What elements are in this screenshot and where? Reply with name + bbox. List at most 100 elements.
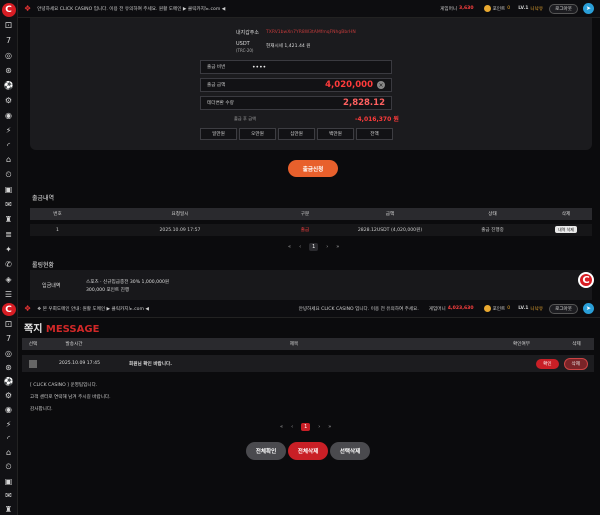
pager-next[interactable]: ›: [326, 244, 328, 250]
message-title: 쪽지 MESSAGE: [24, 320, 99, 335]
notice-text-2: 안녕하세요 CLICK CASINO 입니다. 이용 전 유의하여 주세요.: [298, 306, 419, 312]
col-number: 번호: [53, 212, 62, 217]
gear-icon[interactable]: ⚙: [3, 95, 14, 106]
withdraw-submit-button[interactable]: 출금신청: [288, 160, 338, 177]
target-icon[interactable]: ◉: [3, 110, 14, 121]
casino-logo-icon[interactable]: C: [1, 303, 16, 316]
quick-all-button[interactable]: 전액: [356, 128, 393, 140]
slot-icon[interactable]: ◎: [3, 348, 14, 358]
message-subject[interactable]: 회원님 확인 바랍니다.: [129, 361, 536, 367]
confirm-all-button[interactable]: 전체확인: [246, 442, 286, 460]
delete-history-button[interactable]: 내역 삭제: [555, 226, 577, 233]
gift-icon[interactable]: ✉: [3, 491, 14, 501]
col-type: 구분: [300, 212, 310, 217]
pager-page-1[interactable]: 1: [301, 423, 311, 431]
pager-last[interactable]: »: [328, 424, 331, 430]
select-checkbox[interactable]: [29, 359, 37, 368]
clock-icon[interactable]: ⏲: [3, 170, 14, 181]
pager-prev[interactable]: ‹: [291, 424, 293, 430]
cell-status: 출금 진행중: [481, 228, 504, 233]
casino-logo-icon[interactable]: C: [1, 3, 16, 17]
quick-1m-button[interactable]: 백만원: [317, 128, 354, 140]
password-field[interactable]: 출금 비번 ••••: [200, 60, 392, 74]
logout-button[interactable]: 로그아웃: [549, 3, 578, 14]
bank-icon[interactable]: ⌂: [3, 448, 14, 458]
point-label: 포인트: [492, 6, 506, 12]
point-value: 0: [507, 6, 511, 11]
delete-button[interactable]: 삭제: [563, 357, 588, 370]
target-icon[interactable]: ◉: [3, 405, 14, 415]
message-time: 2025.10.09 17:45: [59, 361, 101, 366]
cell-delete: 내역 삭제: [540, 226, 592, 233]
casino-fab-icon[interactable]: C: [578, 272, 594, 288]
chat-icon[interactable]: ✆: [3, 259, 14, 270]
seven-icon[interactable]: 7: [3, 36, 14, 47]
level-badge-2: LV.1: [518, 306, 529, 311]
balance-label: 게임머니: [440, 6, 458, 12]
after-label: 출금 후 금액: [234, 116, 256, 121]
point-value-2: 0: [507, 306, 511, 311]
balance-value: 3,630: [459, 6, 474, 11]
col-status: 상태: [488, 212, 497, 217]
bank-icon[interactable]: ⌂: [3, 155, 14, 166]
pager-prev[interactable]: ‹: [299, 244, 301, 250]
point-coin-icon: [483, 305, 491, 312]
col-select: 선택: [28, 342, 38, 347]
quick-10k-button[interactable]: 일만원: [200, 128, 237, 140]
clear-icon[interactable]: ×: [377, 81, 385, 89]
nickname[interactable]: 니낙유: [530, 6, 543, 12]
table-row[interactable]: 2025.10.09 17:45 회원님 확인 바랍니다. 확인 삭제: [22, 355, 594, 372]
dice-icon[interactable]: ⚀: [3, 320, 14, 330]
arc-icon[interactable]: ◜: [3, 140, 14, 151]
dice-icon[interactable]: ⚀: [3, 21, 14, 32]
delete-all-button[interactable]: 전체삭제: [288, 442, 328, 460]
cup-icon[interactable]: ♜: [3, 215, 14, 226]
bolt-icon[interactable]: ⚡: [3, 125, 14, 136]
pager-next[interactable]: ›: [318, 424, 320, 430]
pager-last[interactable]: »: [336, 244, 339, 250]
seven-icon[interactable]: 7: [3, 334, 14, 344]
cup-icon[interactable]: ♜: [3, 505, 14, 515]
arc-icon[interactable]: ◜: [3, 434, 14, 444]
top-bar: ❖ 안녕하세요 CLICK CASINO 입니다. 이용 전 유의하여 주세요.…: [18, 0, 600, 18]
amount-field[interactable]: 출금 금액 4,020,000 ×: [200, 78, 392, 92]
chip-icon[interactable]: ⊛: [3, 363, 14, 373]
col-delete: 삭제: [561, 212, 571, 217]
pager-first[interactable]: «: [280, 424, 283, 430]
soccer-icon[interactable]: ⚽: [3, 81, 14, 92]
marquee-text: ❖ 본 우회도메인 안내: 원활 도메인 ▶ 클릭카지노.com ◀: [37, 306, 149, 312]
pager-page-1[interactable]: 1: [309, 243, 319, 251]
soccer-icon[interactable]: ⚽: [3, 377, 14, 387]
slot-icon[interactable]: ◎: [3, 51, 14, 62]
tether-label: 테더변환 수량: [207, 101, 234, 106]
telegram-icon[interactable]: ➤: [583, 3, 594, 14]
telegram-icon[interactable]: ➤: [583, 303, 594, 314]
usdt-rate: 현재시세 1,421.44 원: [266, 44, 311, 49]
message-table-header: 선택 발송시간 제목 확인여부 삭제: [22, 338, 594, 350]
amount-value: 4,020,000: [325, 80, 373, 90]
delete-selected-button[interactable]: 선택삭제: [330, 442, 370, 460]
chip-icon[interactable]: ⊛: [3, 66, 14, 77]
stack-icon[interactable]: ≣: [3, 230, 14, 241]
clock-icon[interactable]: ⏲: [3, 462, 14, 472]
col-subject: 제목: [289, 342, 299, 347]
gift-icon[interactable]: ✉: [3, 200, 14, 211]
wallet-icon[interactable]: ▣: [3, 185, 14, 196]
tag-icon[interactable]: ◈: [3, 274, 14, 285]
quick-50k-button[interactable]: 오만원: [239, 128, 276, 140]
message-body: [ CLICK CASINO ] 운영팀입니다. 고객 센터로 연락해 남겨 주…: [30, 380, 111, 416]
quick-100k-button[interactable]: 십만원: [278, 128, 315, 140]
cell-requested: 2025.10.09 17:57: [159, 227, 201, 233]
star-icon[interactable]: ✦: [3, 244, 14, 255]
wallet-icon[interactable]: ▣: [3, 476, 14, 486]
list-icon[interactable]: ☰: [3, 289, 14, 300]
logout-button-2[interactable]: 로그아웃: [549, 303, 578, 314]
top-bar-2: ❖ ❖ 본 우회도메인 안내: 원활 도메인 ▶ 클릭카지노.com ◀ 안녕하…: [18, 300, 600, 318]
col-amount: 금액: [385, 212, 395, 217]
pager-first[interactable]: «: [288, 244, 291, 250]
history-table-header: 번호 요청일시 구분 금액 상태 삭제: [30, 208, 592, 220]
confirm-button[interactable]: 확인: [536, 358, 559, 369]
gear-icon[interactable]: ⚙: [3, 391, 14, 401]
nickname-2[interactable]: 니낙유: [530, 306, 543, 312]
bolt-icon[interactable]: ⚡: [3, 420, 14, 430]
